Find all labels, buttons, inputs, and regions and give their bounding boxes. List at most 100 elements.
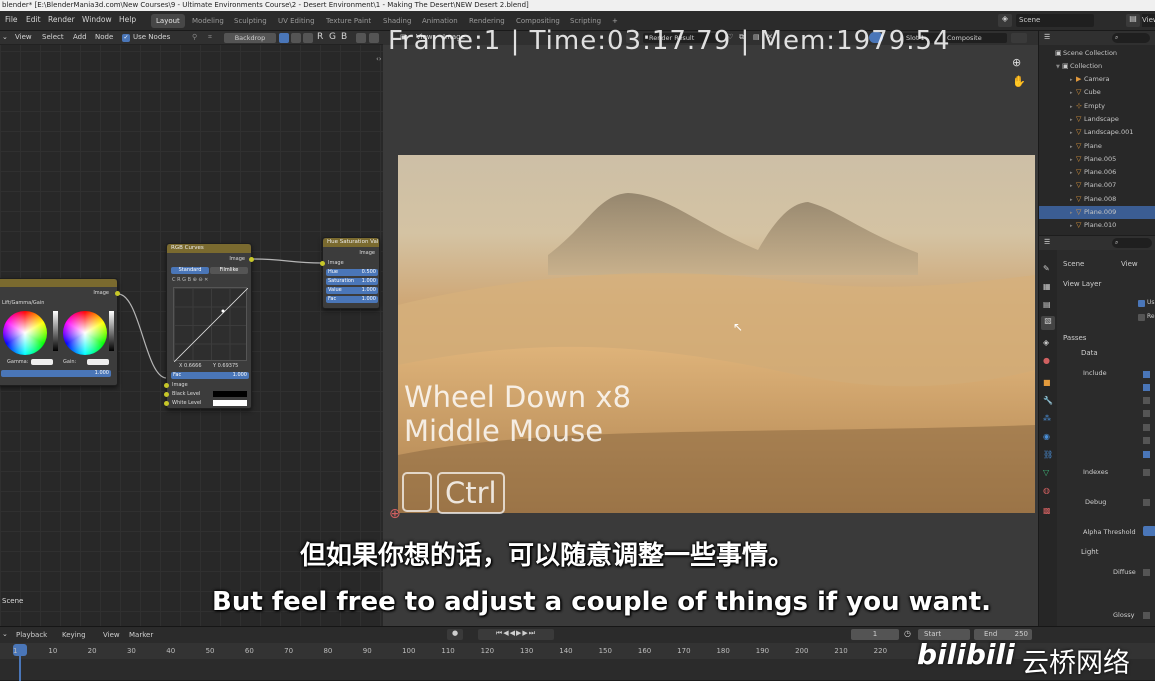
include-check-3[interactable] xyxy=(1143,397,1150,404)
tab-texture-paint[interactable]: Texture Paint xyxy=(321,14,376,28)
diffuse-check[interactable] xyxy=(1143,569,1150,576)
world-tab-icon[interactable]: ● xyxy=(1043,356,1050,365)
view-layer-icon[interactable]: ▤ xyxy=(1126,14,1140,27)
outliner-item[interactable]: ▸ ▽ Plane.006 xyxy=(1039,166,1155,179)
props-view-tab[interactable]: View xyxy=(1121,260,1138,268)
zoom-icon[interactable]: ⊕ xyxy=(1012,56,1021,69)
sidebar-toggle-icon[interactable]: ‹› xyxy=(376,55,382,63)
hue-sat-input-socket[interactable] xyxy=(320,261,325,266)
outliner-scene-collection[interactable]: ▣Scene Collection xyxy=(1039,47,1155,60)
props-scene-tab[interactable]: Scene xyxy=(1063,260,1084,268)
menu-edit[interactable]: Edit xyxy=(26,15,41,24)
tab-uv-editing[interactable]: UV Editing xyxy=(273,14,320,28)
include-check-1[interactable] xyxy=(1143,371,1150,378)
gamma-value-slider[interactable] xyxy=(53,311,58,351)
constraints-tab-icon[interactable]: ⛓ xyxy=(1043,450,1053,459)
channel-g-button[interactable]: G xyxy=(329,32,336,42)
menu-help[interactable]: Help xyxy=(119,15,136,24)
alpha-threshold-field[interactable] xyxy=(1143,526,1155,536)
rgb-fac-field[interactable]: Fac 1.000 xyxy=(171,372,249,379)
output-tab-icon[interactable]: ▤ xyxy=(1043,300,1051,309)
outliner-item[interactable]: ▸ ▶ Camera xyxy=(1039,73,1155,86)
rgb-curves-output-socket[interactable] xyxy=(249,257,254,262)
properties-type-icon[interactable]: ☰ xyxy=(1044,238,1050,246)
panel-passes[interactable]: Passes xyxy=(1063,334,1086,342)
outliner-item[interactable]: ▸ ▽ Landscape.001 xyxy=(1039,126,1155,139)
outliner-item[interactable]: ▸ ▽ Plane xyxy=(1039,140,1155,153)
include-check-2[interactable] xyxy=(1143,384,1150,391)
tab-modeling[interactable]: Modeling xyxy=(187,14,229,28)
material-tab-icon[interactable]: ◍ xyxy=(1043,486,1050,495)
node-menu-node[interactable]: Node xyxy=(95,33,113,41)
backdrop-alpha-icon[interactable] xyxy=(291,33,301,43)
view-layer-tab-icon[interactable]: ▧ xyxy=(1041,316,1055,330)
clock-icon[interactable]: ◷ xyxy=(904,629,911,638)
pan-hand-icon[interactable]: ✋ xyxy=(1012,75,1026,88)
use-nodes-checkbox[interactable]: ✓ xyxy=(122,34,130,42)
snap-icon[interactable]: ⌗ xyxy=(208,33,212,42)
object-tab-icon[interactable]: ■ xyxy=(1043,378,1051,387)
outliner-item[interactable]: ▸ ▽ Plane.009 xyxy=(1039,206,1155,219)
backdrop-zoom-icon[interactable] xyxy=(369,33,379,43)
menu-render[interactable]: Render xyxy=(48,15,75,24)
render-single-layer-checkbox[interactable] xyxy=(1138,314,1145,321)
scene-icon[interactable]: ◈ xyxy=(998,14,1012,27)
gain-swatch[interactable] xyxy=(87,359,109,365)
include-check-5[interactable] xyxy=(1143,424,1150,431)
gain-color-wheel[interactable] xyxy=(63,311,107,355)
tab-layout[interactable]: Layout xyxy=(151,14,185,28)
backdrop-color-alpha-icon[interactable] xyxy=(303,33,313,43)
timeline-marker-menu[interactable]: Marker xyxy=(129,631,153,639)
timeline-type-icon[interactable]: ⌄ xyxy=(2,630,8,638)
gain-value-slider[interactable] xyxy=(109,311,114,351)
white-level-swatch[interactable] xyxy=(213,400,247,406)
record-button[interactable]: ● xyxy=(447,629,463,640)
display-channels-icon[interactable] xyxy=(1011,33,1027,43)
menu-file[interactable]: File xyxy=(5,15,18,24)
input-socket-image[interactable] xyxy=(164,383,169,388)
hue-field[interactable]: Hue 0.500 xyxy=(326,269,378,276)
input-socket-white[interactable] xyxy=(164,401,169,406)
gamma-swatch[interactable] xyxy=(31,359,53,365)
properties-search-input[interactable]: ⌕ xyxy=(1112,238,1152,248)
outliner-item[interactable]: ▸ ▽ Landscape xyxy=(1039,113,1155,126)
render-tab-icon[interactable]: ▦ xyxy=(1043,282,1051,291)
playback-controls[interactable]: ⏮◀◀▶▶⏭ xyxy=(478,629,554,640)
node-menu-view[interactable]: View xyxy=(15,33,32,41)
timeline-playback-menu[interactable]: Playback xyxy=(16,631,47,639)
value-field[interactable]: Value 1.000 xyxy=(326,287,378,294)
outliner-collection[interactable]: ▼ ▣Collection xyxy=(1039,60,1155,73)
color-balance-node[interactable]: Image Lift/Gamma/Gain Gamma: Gain: 1.000 xyxy=(0,278,120,386)
timeline-keying-menu[interactable]: Keying xyxy=(62,631,86,639)
tab-filmlike[interactable]: Filmlike xyxy=(210,267,248,274)
backdrop-toggle[interactable]: Backdrop xyxy=(224,33,276,43)
include-check-7[interactable] xyxy=(1143,451,1150,458)
tool-tab-icon[interactable]: ✎ xyxy=(1043,264,1050,273)
channel-r-button[interactable]: R xyxy=(317,32,323,42)
curve-graph[interactable] xyxy=(173,287,248,362)
properties-panel[interactable]: ☰ ⌕ ✎ ▦ ▤ ▧ ◈ ● ■ 🔧 ⁂ ◉ ⛓ ▽ ◍ ▩ Scene Vi… xyxy=(1038,236,1155,626)
particles-tab-icon[interactable]: ⁂ xyxy=(1043,414,1051,423)
scene-tab-icon[interactable]: ◈ xyxy=(1043,338,1049,347)
curve-y-value[interactable]: Y 0.69375 xyxy=(213,363,238,369)
outliner-item[interactable]: ▸ ▽ Plane.008 xyxy=(1039,193,1155,206)
input-socket-black[interactable] xyxy=(164,392,169,397)
scene-selector[interactable]: Scene xyxy=(1016,14,1094,27)
color-balance-mode[interactable]: Lift/Gamma/Gain xyxy=(2,300,44,306)
render-result-image[interactable] xyxy=(398,155,1035,513)
output-socket[interactable] xyxy=(115,291,120,296)
indexes-check[interactable] xyxy=(1143,469,1150,476)
curve-x-value[interactable]: X 0.6666 xyxy=(179,363,202,369)
data-tab-icon[interactable]: ▽ xyxy=(1043,468,1049,477)
pin-icon[interactable]: ⚲ xyxy=(192,33,197,41)
hue-saturation-node[interactable]: Hue Saturation Val Image Image Hue 0.500 … xyxy=(320,237,380,309)
backdrop-fit-icon[interactable] xyxy=(356,33,366,43)
tab-sculpting[interactable]: Sculpting xyxy=(229,14,272,28)
gamma-color-wheel[interactable] xyxy=(3,311,47,355)
curve-channel-icons[interactable]: C R G B ⊕ ⊖ ✕ xyxy=(172,277,208,283)
saturation-field[interactable]: Saturation 1.000 xyxy=(326,278,378,285)
menu-window[interactable]: Window xyxy=(82,15,112,24)
backdrop-rgb-icon[interactable] xyxy=(279,33,289,43)
node-menu-select[interactable]: Select xyxy=(42,33,64,41)
include-check-6[interactable] xyxy=(1143,437,1150,444)
